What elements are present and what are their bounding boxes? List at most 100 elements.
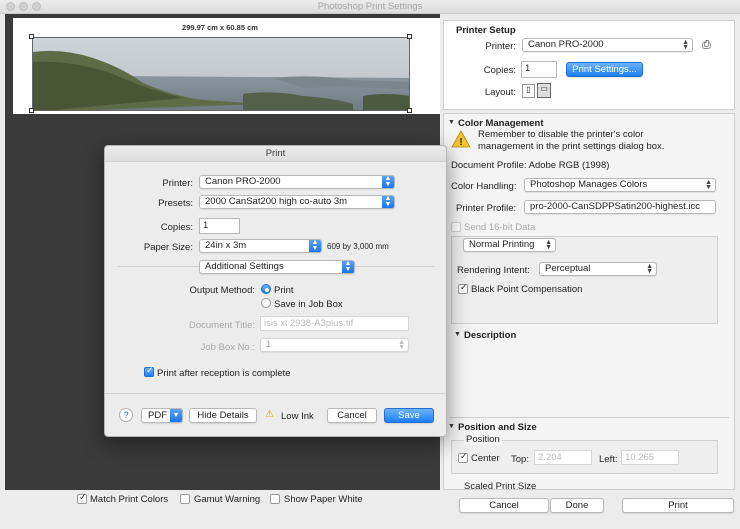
landscape-layout-icon[interactable]: ▭ [537, 83, 551, 98]
black-point-label: Black Point Compensation [471, 284, 583, 295]
paper-size-dimensions: 609 by 3,000 mm [327, 242, 389, 251]
disclosure-triangle-icon[interactable]: ▼ [448, 423, 455, 430]
left-label: Left: [599, 454, 618, 465]
chevron-updown-icon: ▲ ▼ [646, 263, 653, 275]
show-paper-white-label: Show Paper White [284, 494, 363, 505]
low-ink-icon: ⚠ [265, 409, 274, 420]
portrait-layout-icon[interactable]: ▯ [522, 84, 535, 98]
settings-section-select[interactable]: Additional Settings ▲ ▼ [199, 260, 355, 274]
output-save-radio[interactable] [261, 298, 271, 308]
printer-profile-value: pro-2000-CanSDPPSatin200-highest.icc [530, 201, 701, 212]
color-handling-label: Color Handling: [451, 181, 517, 192]
paper-size-value: 24in x 3m [205, 240, 247, 251]
print-button[interactable]: Print [622, 498, 734, 513]
document-title-label: Document Title: [189, 320, 255, 331]
output-print-radio[interactable] [261, 284, 271, 294]
minimize-window-icon[interactable] [19, 2, 28, 11]
resize-handle[interactable] [407, 108, 412, 113]
window-title-bar: Photoshop Print Settings [0, 0, 740, 14]
chevron-updown-icon: ▲ ▼ [545, 239, 552, 251]
copies-field[interactable]: 1 [521, 61, 557, 78]
printer-label: Printer: [485, 41, 516, 52]
match-print-colors-checkbox[interactable]: ✓ [77, 492, 87, 504]
settings-section-value: Additional Settings [205, 261, 284, 272]
chevron-updown-icon: ▲ ▼ [682, 39, 689, 51]
close-window-icon[interactable] [6, 2, 15, 11]
copies-label: Copies: [483, 65, 516, 76]
color-handling-select[interactable]: Photoshop Manages Colors ▲ ▼ [524, 178, 716, 192]
disclosure-triangle-icon[interactable]: ▼ [454, 331, 461, 338]
document-title-field[interactable]: isis xl 2938-A3plus.tif [260, 316, 409, 331]
preview-image[interactable] [32, 37, 410, 111]
chevron-down-icon: ▼ [170, 409, 182, 422]
rendering-intent-label: Rendering Intent: [457, 265, 530, 276]
presets-label: Presets: [158, 198, 193, 209]
print-dialog: Print Printer: Canon PRO-2000 ▲ ▼ Presets… [104, 145, 447, 437]
color-handling-value: Photoshop Manages Colors [530, 179, 648, 190]
print-dialog-title: Print [105, 146, 446, 162]
show-paper-white-checkbox[interactable] [270, 494, 280, 504]
cancel-button[interactable]: Cancel [459, 498, 549, 513]
resize-handle[interactable] [29, 34, 34, 39]
paper-size-select[interactable]: 24in x 3m ▲ ▼ [199, 239, 322, 253]
color-management-warning: Remember to disable the printer's color … [478, 129, 665, 152]
position-label: Position [464, 434, 502, 445]
printer-select-value: Canon PRO-2000 [528, 39, 604, 50]
chevron-updown-icon: ▲ ▼ [342, 260, 354, 273]
left-field[interactable]: 10.265 [621, 450, 679, 465]
center-checkbox[interactable]: ✓ [458, 451, 468, 463]
output-method-label: Output Method: [189, 285, 255, 296]
dialog-copies-field[interactable]: 1 [199, 218, 240, 234]
gamut-warning-checkbox[interactable] [180, 494, 190, 504]
paper-size-label: Paper Size: [143, 242, 193, 253]
window-title: Photoshop Print Settings [317, 1, 423, 12]
svg-text:!: ! [459, 137, 462, 148]
done-button[interactable]: Done [550, 498, 604, 513]
top-field[interactable]: 2.204 [534, 450, 592, 465]
print-after-reception-label: Print after reception is complete [157, 368, 291, 379]
job-box-value: 1 [266, 339, 272, 350]
printer-setup-heading: Printer Setup [456, 25, 516, 36]
zoom-window-icon[interactable] [32, 2, 41, 11]
black-point-checkbox[interactable]: ✓ [458, 282, 468, 294]
chevron-updown-icon: ▲ ▼ [309, 239, 321, 252]
pdf-button[interactable]: PDF ▼ [141, 408, 183, 423]
divider [105, 393, 446, 394]
disclosure-triangle-icon[interactable]: ▼ [448, 119, 455, 126]
dialog-printer-label: Printer: [162, 178, 193, 189]
rendering-intent-select[interactable]: Perceptual ▲ ▼ [539, 262, 657, 276]
position-size-heading: Position and Size [458, 422, 537, 433]
dialog-cancel-button[interactable]: Cancel [327, 408, 377, 423]
normal-printing-select[interactable]: Normal Printing ▲ ▼ [463, 238, 556, 252]
layout-label: Layout: [484, 87, 516, 98]
low-ink-label: Low Ink [281, 411, 314, 422]
printer-options-icon[interactable]: ⎙ [702, 39, 711, 52]
help-button[interactable]: ? [119, 408, 133, 422]
resize-handle[interactable] [29, 108, 34, 113]
job-box-label: Job Box No.: [200, 342, 255, 353]
warning-icon: ! [451, 130, 471, 151]
printer-select[interactable]: Canon PRO-2000 ▲ ▼ [522, 38, 693, 52]
dialog-printer-select[interactable]: Canon PRO-2000 ▲ ▼ [199, 175, 395, 189]
description-heading: Description [464, 330, 517, 341]
print-after-reception-checkbox[interactable]: ✓ [144, 365, 154, 377]
dialog-save-button[interactable]: Save [384, 408, 434, 423]
print-settings-button[interactable]: Print Settings... [566, 62, 643, 77]
printer-profile-select[interactable]: pro-2000-CanSDPPSatin200-highest.icc [524, 200, 716, 214]
presets-select[interactable]: 2000 CanSat200 high co-auto 3m ▲ ▼ [199, 195, 395, 209]
top-label: Top: [511, 454, 529, 465]
landscape-image [33, 38, 409, 110]
resize-handle[interactable] [407, 34, 412, 39]
pdf-label: PDF [148, 410, 167, 421]
scaled-print-size-label: Scaled Print Size [464, 481, 537, 492]
divider [449, 417, 729, 418]
gamut-warning-label: Gamut Warning [194, 494, 261, 505]
job-box-select[interactable]: 1 ▲ ▼ [260, 338, 409, 352]
hide-details-button[interactable]: Hide Details [189, 408, 257, 423]
preview-dimension-label: 299.97 cm x 60.85 cm [182, 23, 258, 32]
chevron-updown-icon: ▲ ▼ [705, 179, 712, 191]
chevron-updown-icon: ▲ ▼ [382, 175, 394, 188]
normal-printing-value: Normal Printing [469, 239, 535, 250]
send-16bit-checkbox[interactable] [451, 222, 461, 232]
document-profile: Document Profile: Adobe RGB (1998) [451, 160, 610, 171]
